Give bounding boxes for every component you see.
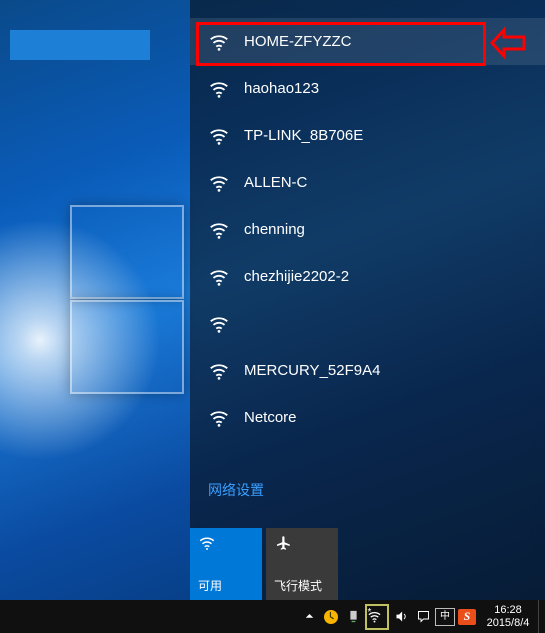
tile-airplane-label: 飞行模式: [274, 577, 330, 594]
show-desktop-button[interactable]: [538, 600, 545, 633]
wifi-icon: [208, 125, 230, 147]
network-item[interactable]: chezhijie2202-2: [190, 253, 545, 300]
tray-volume-icon[interactable]: [390, 600, 412, 633]
wifi-icon: [208, 31, 230, 53]
network-item[interactable]: HOME-ZFYZZC: [190, 18, 545, 65]
quick-action-tiles: 可用 飞行模式: [190, 528, 342, 600]
clock-date: 2015/8/4: [487, 617, 530, 630]
tray-network-icon[interactable]: *: [364, 600, 390, 633]
network-flyout: HOME-ZFYZZC haohao123 TP-LINK_8B706E ALLEN-…: [190, 0, 545, 600]
tray-update-icon[interactable]: [320, 600, 342, 633]
tray-sogou-icon[interactable]: S: [456, 600, 478, 633]
network-name: TP-LINK_8B706E: [244, 127, 363, 144]
network-name: chenning: [244, 221, 305, 238]
tray-overflow-button[interactable]: [298, 600, 320, 633]
network-name: MERCURY_52F9A4: [244, 362, 380, 379]
network-badge: *: [368, 607, 372, 618]
wifi-icon: [208, 172, 230, 194]
network-item[interactable]: chenning: [190, 206, 545, 253]
desktop-rect: [10, 30, 150, 60]
wallpaper-window-pane: [70, 300, 184, 394]
tile-wifi-label: 可用: [198, 577, 254, 594]
network-item[interactable]: [190, 300, 545, 347]
network-item[interactable]: TP-LINK_8B706E: [190, 112, 545, 159]
wifi-icon: [208, 407, 230, 429]
wifi-icon: [198, 534, 216, 552]
wifi-icon: [208, 266, 230, 288]
wifi-icon: [208, 219, 230, 241]
clock-time: 16:28: [494, 604, 522, 617]
network-item[interactable]: haohao123: [190, 65, 545, 112]
airplane-icon: [274, 534, 292, 552]
network-item[interactable]: Netcore: [190, 394, 545, 441]
wifi-icon: [208, 313, 230, 335]
network-name: haohao123: [244, 80, 319, 97]
tray-action-center-icon[interactable]: [412, 600, 434, 633]
tray-clock[interactable]: 16:28 2015/8/4: [478, 604, 538, 630]
wallpaper-window-pane: [70, 205, 184, 299]
network-item[interactable]: MERCURY_52F9A4: [190, 347, 545, 394]
tile-airplane[interactable]: 飞行模式: [266, 528, 338, 600]
network-name: HOME-ZFYZZC: [244, 33, 351, 50]
tray-ime-icon[interactable]: 中: [434, 600, 456, 633]
network-settings-link[interactable]: 网络设置: [208, 480, 264, 500]
network-name: Netcore: [244, 409, 297, 426]
tile-wifi[interactable]: 可用: [190, 528, 262, 600]
system-tray: * 中 S 16:28 2015/8/4: [298, 600, 545, 633]
network-list: HOME-ZFYZZC haohao123 TP-LINK_8B706E ALLEN-…: [190, 18, 545, 441]
network-name: chezhijie2202-2: [244, 268, 349, 285]
network-name: ALLEN-C: [244, 174, 307, 191]
wifi-icon: [208, 360, 230, 382]
tray-safe-remove-icon[interactable]: [342, 600, 364, 633]
network-item[interactable]: ALLEN-C: [190, 159, 545, 206]
taskbar: * 中 S 16:28 2015/8/4: [0, 600, 545, 633]
wifi-icon: [208, 78, 230, 100]
